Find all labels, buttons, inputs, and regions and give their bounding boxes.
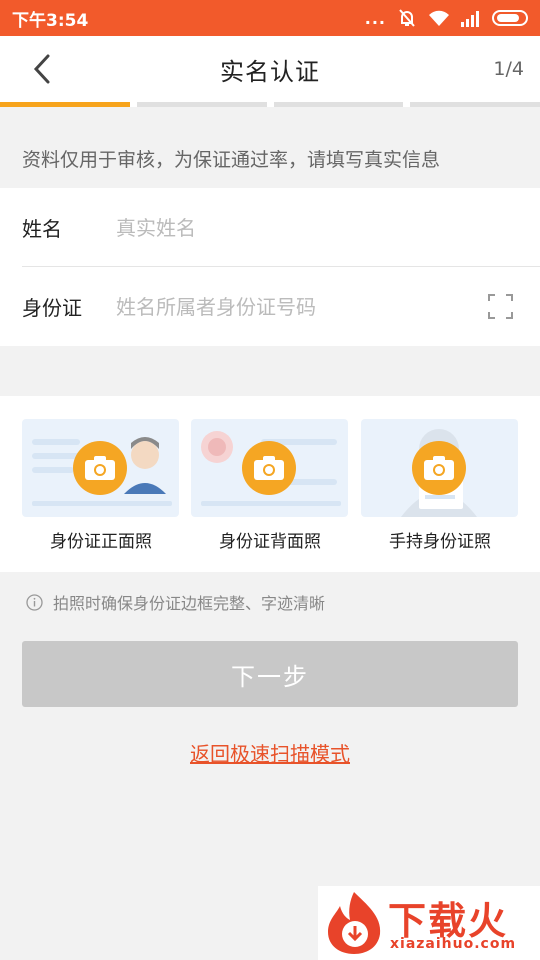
back-arrow-icon[interactable]	[28, 52, 58, 86]
camera-icon	[85, 456, 115, 480]
camera-button[interactable]	[73, 441, 127, 495]
photo-upload-section: 身份证正面照 身份证背面照 手持身份证照	[0, 396, 540, 572]
privacy-tip: 资料仅用于审核，为保证通过率，请填写真实信息	[22, 149, 441, 171]
camera-icon	[424, 456, 454, 480]
mute-bell-icon	[399, 9, 415, 27]
id-number-row: 身份证	[0, 267, 540, 346]
nav-bar: 实名认证 1/4	[0, 36, 540, 102]
step-progress-bar	[0, 102, 540, 107]
id-front-label: 身份证正面照	[50, 532, 152, 552]
name-label: 姓名	[22, 217, 62, 241]
photo-hint-text: 拍照时确保身份证边框完整、字迹清晰	[53, 594, 326, 613]
page-title: 实名认证	[220, 57, 320, 86]
id-back-label: 身份证背面照	[219, 532, 321, 552]
name-input[interactable]	[116, 215, 446, 240]
status-icons: ...	[365, 8, 528, 28]
progress-step-1	[0, 102, 130, 107]
handheld-id-label: 手持身份证照	[389, 532, 491, 552]
progress-step-2	[136, 102, 267, 107]
camera-icon	[254, 456, 284, 480]
progress-step-3	[273, 102, 404, 107]
watermark: 下载火 xiazaihuo.com	[318, 886, 540, 960]
flame-logo-icon	[328, 892, 381, 954]
id-number-input[interactable]	[116, 294, 446, 319]
progress-step-4	[410, 102, 540, 107]
watermark-url: xiazaihuo.com	[390, 936, 517, 952]
more-dots-icon: ...	[364, 8, 386, 28]
step-indicator: 1/4	[493, 58, 524, 80]
name-row: 姓名	[0, 188, 540, 267]
quick-scan-mode-link[interactable]: 返回极速扫描模式	[190, 742, 350, 766]
camera-button[interactable]	[412, 441, 466, 495]
battery-icon	[492, 10, 528, 26]
id-back-photo-card[interactable]	[191, 419, 348, 517]
switch-mode-link-wrapper: 返回极速扫描模式	[0, 738, 540, 767]
next-step-button[interactable]: 下一步	[22, 641, 518, 707]
identity-form: 姓名 身份证	[0, 188, 540, 346]
status-bar: 下午3:54 ...	[0, 0, 540, 36]
info-icon	[26, 593, 43, 611]
photo-hint: 拍照时确保身份证边框完整、字迹清晰	[26, 590, 325, 614]
status-time: 下午3:54	[12, 10, 89, 31]
id-front-photo-card[interactable]	[22, 419, 179, 517]
handheld-id-photo-card[interactable]	[361, 419, 518, 517]
camera-button[interactable]	[242, 441, 296, 495]
signal-icon	[461, 11, 479, 27]
scan-icon[interactable]	[488, 294, 513, 319]
wifi-icon	[429, 10, 449, 26]
id-number-label: 身份证	[22, 296, 82, 320]
